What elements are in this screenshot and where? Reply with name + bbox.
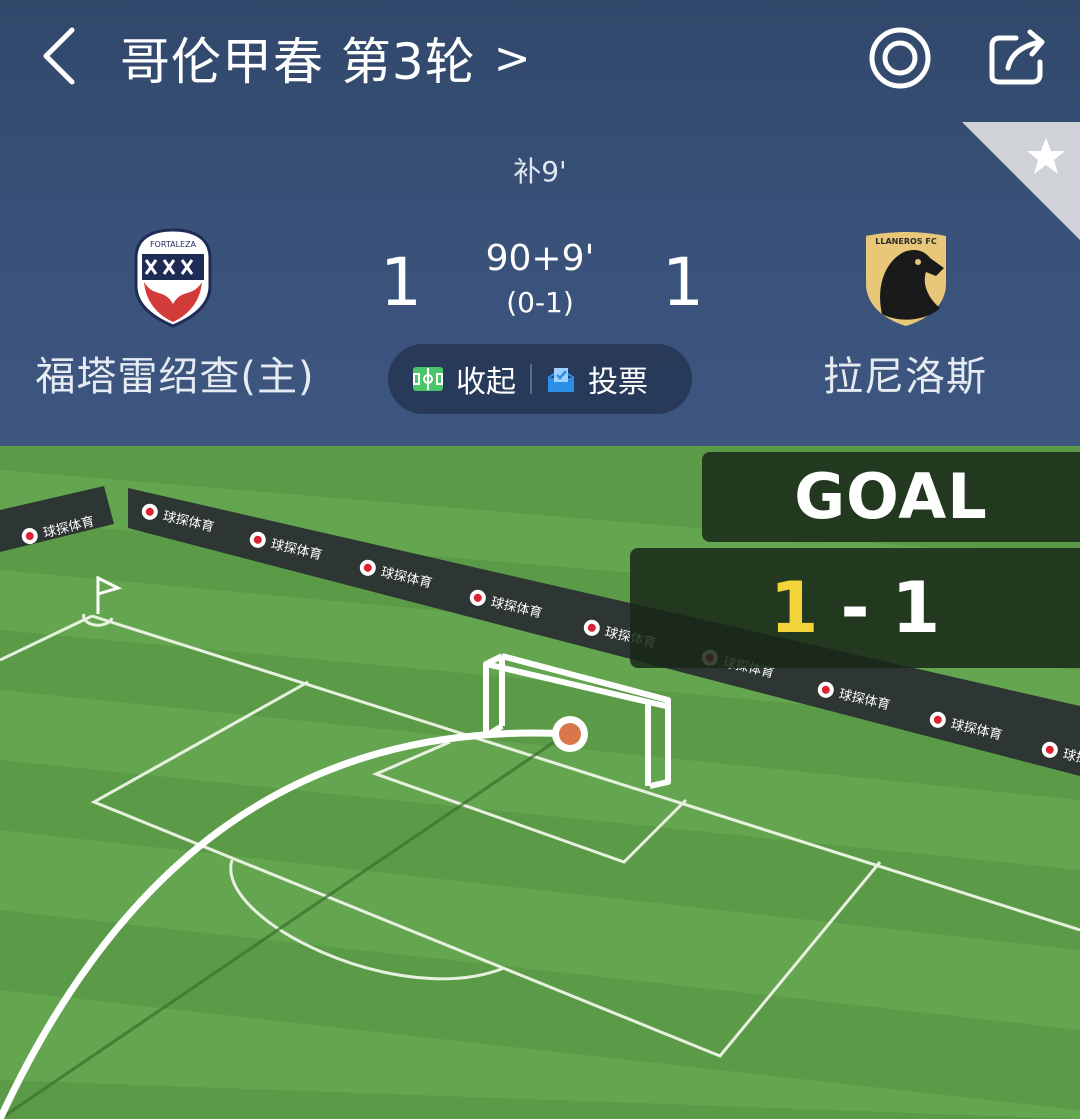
- live-pitch-animation: 球探体育 球探体育 球探体育 球探体育 球探体育 球探体育 球探体育 球探体育 …: [0, 446, 1080, 1119]
- league-round-link[interactable]: 哥伦甲春 第3轮 >: [120, 26, 531, 92]
- chevron-right-icon: >: [493, 32, 531, 84]
- vote-label: 投票: [588, 365, 648, 400]
- match-time: 90+9': [485, 238, 595, 279]
- live-away-score: 1: [891, 567, 941, 649]
- live-score-separator: -: [840, 567, 870, 649]
- vote-icon: [547, 368, 575, 392]
- home-team-name[interactable]: 福塔雷绍查(主): [20, 344, 330, 402]
- chevron-left-icon[interactable]: [36, 24, 88, 88]
- halftime-score: (0-1): [506, 286, 574, 319]
- live-home-score: 1: [769, 567, 819, 649]
- collapse-button[interactable]: 收起: [412, 344, 516, 414]
- collapse-label: 收起: [456, 365, 516, 400]
- goal-event-banner: GOAL: [702, 452, 1080, 542]
- away-logo-text: LLANEROS FC: [875, 237, 937, 246]
- target-icon[interactable]: [866, 24, 934, 92]
- ball: [559, 723, 581, 745]
- away-team-logo: LLANEROS FC: [866, 232, 946, 326]
- live-score-box: 1 - 1: [630, 548, 1080, 668]
- home-team-logo: FORTALEZA: [134, 228, 212, 328]
- away-score: 1: [662, 244, 704, 321]
- away-team-name[interactable]: 拉尼洛斯: [790, 344, 1020, 402]
- action-bar: 收起 投票: [388, 344, 692, 414]
- league-round-title: 哥伦甲春 第3轮: [120, 33, 476, 91]
- pitch-icon: [413, 367, 443, 391]
- home-logo-text: FORTALEZA: [150, 240, 197, 249]
- home-score: 1: [380, 244, 422, 321]
- vote-button[interactable]: 投票: [546, 344, 648, 414]
- match-header: 哥伦甲春 第3轮 > 补9' FORTALEZA LLANEROS FC 福塔雷…: [0, 0, 1080, 446]
- stoppage-time-label: 补9': [513, 155, 567, 188]
- action-divider: [530, 364, 532, 394]
- share-icon[interactable]: [986, 28, 1050, 88]
